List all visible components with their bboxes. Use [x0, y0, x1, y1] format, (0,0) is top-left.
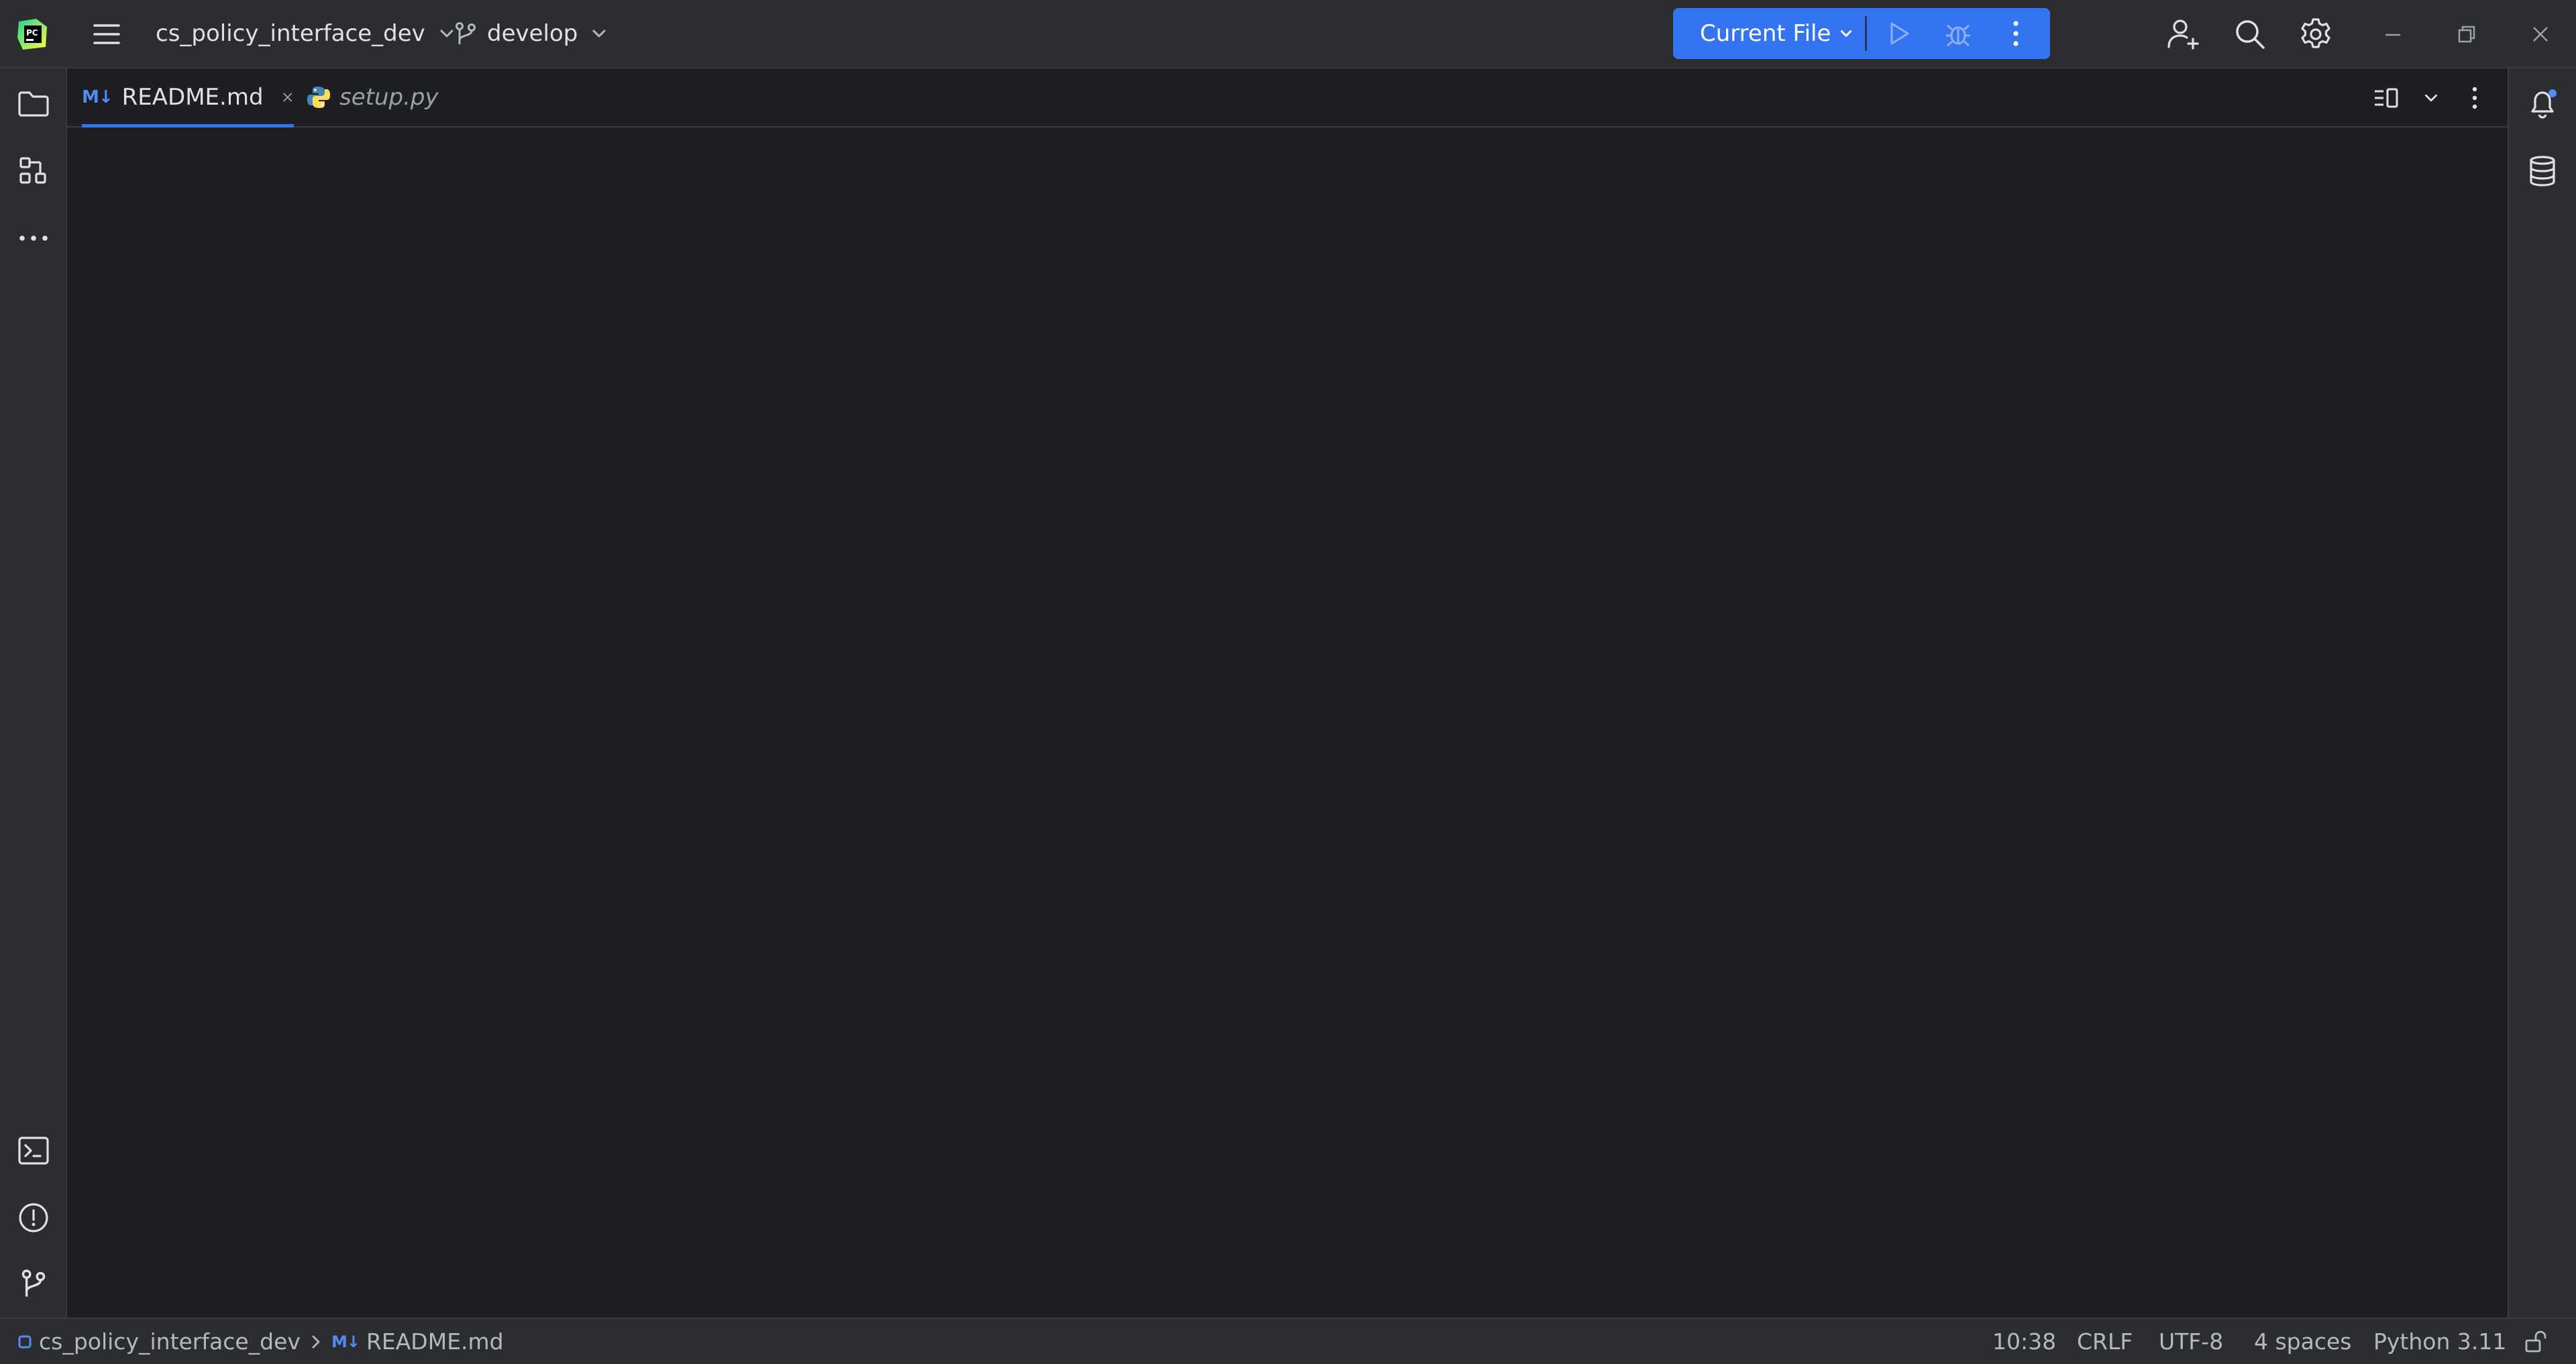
more-horizontal-icon[interactable]: [14, 219, 53, 258]
branch-selector[interactable]: develop: [452, 0, 611, 67]
breadcrumb-file[interactable]: README.md: [366, 1328, 504, 1355]
markdown-icon: M↓: [82, 87, 113, 107]
minimize-icon[interactable]: [2373, 15, 2412, 54]
breadcrumb-project[interactable]: cs_policy_interface_dev: [39, 1328, 301, 1355]
python-icon: [307, 87, 330, 108]
line-separator[interactable]: CRLF: [2077, 1319, 2133, 1364]
project-name: cs_policy_interface_dev: [156, 20, 425, 47]
run-config-label: Current File: [1700, 20, 1831, 47]
notifications-icon[interactable]: [2523, 85, 2562, 123]
split-editor-icon[interactable]: [2367, 78, 2406, 117]
svg-text:PC: PC: [26, 28, 38, 38]
right-tool-window-bar: [2508, 68, 2576, 1318]
debug-bug-icon[interactable]: [1939, 14, 1978, 53]
run-widget: Current File: [1673, 8, 2050, 59]
run-separator: [1865, 16, 1867, 51]
run-play-icon[interactable]: [1879, 14, 1918, 53]
structure-icon[interactable]: [14, 152, 53, 191]
chevron-down-icon: [592, 30, 606, 38]
branch-name: develop: [487, 20, 578, 47]
editor-area[interactable]: [67, 127, 2508, 1318]
file-encoding[interactable]: UTF-8: [2159, 1319, 2223, 1364]
git-branch-icon: [455, 22, 476, 44]
status-bar: cs_policy_interface_dev M↓ README.md 10:…: [0, 1318, 2576, 1364]
close-icon[interactable]: [281, 89, 294, 106]
left-tool-window-bar: [0, 68, 67, 1318]
add-user-icon[interactable]: [2163, 15, 2202, 54]
python-interpreter[interactable]: Python 3.11: [2373, 1319, 2506, 1364]
tab-label: README.md: [121, 84, 264, 111]
close-icon[interactable]: [2521, 15, 2560, 54]
more-vertical-icon[interactable]: [2455, 78, 2494, 117]
restore-icon[interactable]: [2447, 15, 2486, 54]
tab-label: setup.py: [339, 84, 439, 111]
git-branch-icon[interactable]: [14, 1264, 53, 1303]
caret-position[interactable]: 10:38: [1992, 1319, 2056, 1364]
navigation-breadcrumb[interactable]: cs_policy_interface_dev M↓ README.md: [17, 1319, 504, 1364]
search-icon[interactable]: [2231, 15, 2269, 54]
folder-icon[interactable]: [14, 85, 53, 123]
indent-setting[interactable]: 4 spaces: [2254, 1319, 2352, 1364]
tab-readme[interactable]: M↓ README.md: [82, 68, 294, 127]
database-icon[interactable]: [2523, 152, 2562, 191]
editor-tab-bar: M↓ README.md setup.py: [67, 68, 2508, 127]
chevron-right-icon: [312, 1335, 320, 1348]
pycharm-logo-icon: PC: [13, 15, 52, 54]
chevron-down-icon: [1841, 30, 1852, 37]
hamburger-menu-icon[interactable]: [87, 15, 126, 54]
title-bar: PC cs_policy_interface_dev develop Curre…: [0, 0, 2576, 68]
more-vertical-icon[interactable]: [1996, 14, 2035, 53]
tab-setup-py[interactable]: setup.py: [306, 68, 467, 126]
read-only-lock-icon[interactable]: [2524, 1319, 2549, 1364]
chevron-down-icon[interactable]: [2412, 78, 2451, 117]
terminal-icon[interactable]: [14, 1131, 53, 1170]
project-selector[interactable]: cs_policy_interface_dev: [156, 0, 459, 67]
run-configuration-selector[interactable]: Current File: [1700, 8, 1856, 59]
markdown-icon: M↓: [331, 1332, 360, 1351]
ide-window: PC cs_policy_interface_dev develop Curre…: [0, 0, 2576, 1364]
gear-icon[interactable]: [2296, 15, 2335, 54]
module-icon: [18, 1335, 32, 1348]
problems-icon[interactable]: [14, 1198, 53, 1237]
